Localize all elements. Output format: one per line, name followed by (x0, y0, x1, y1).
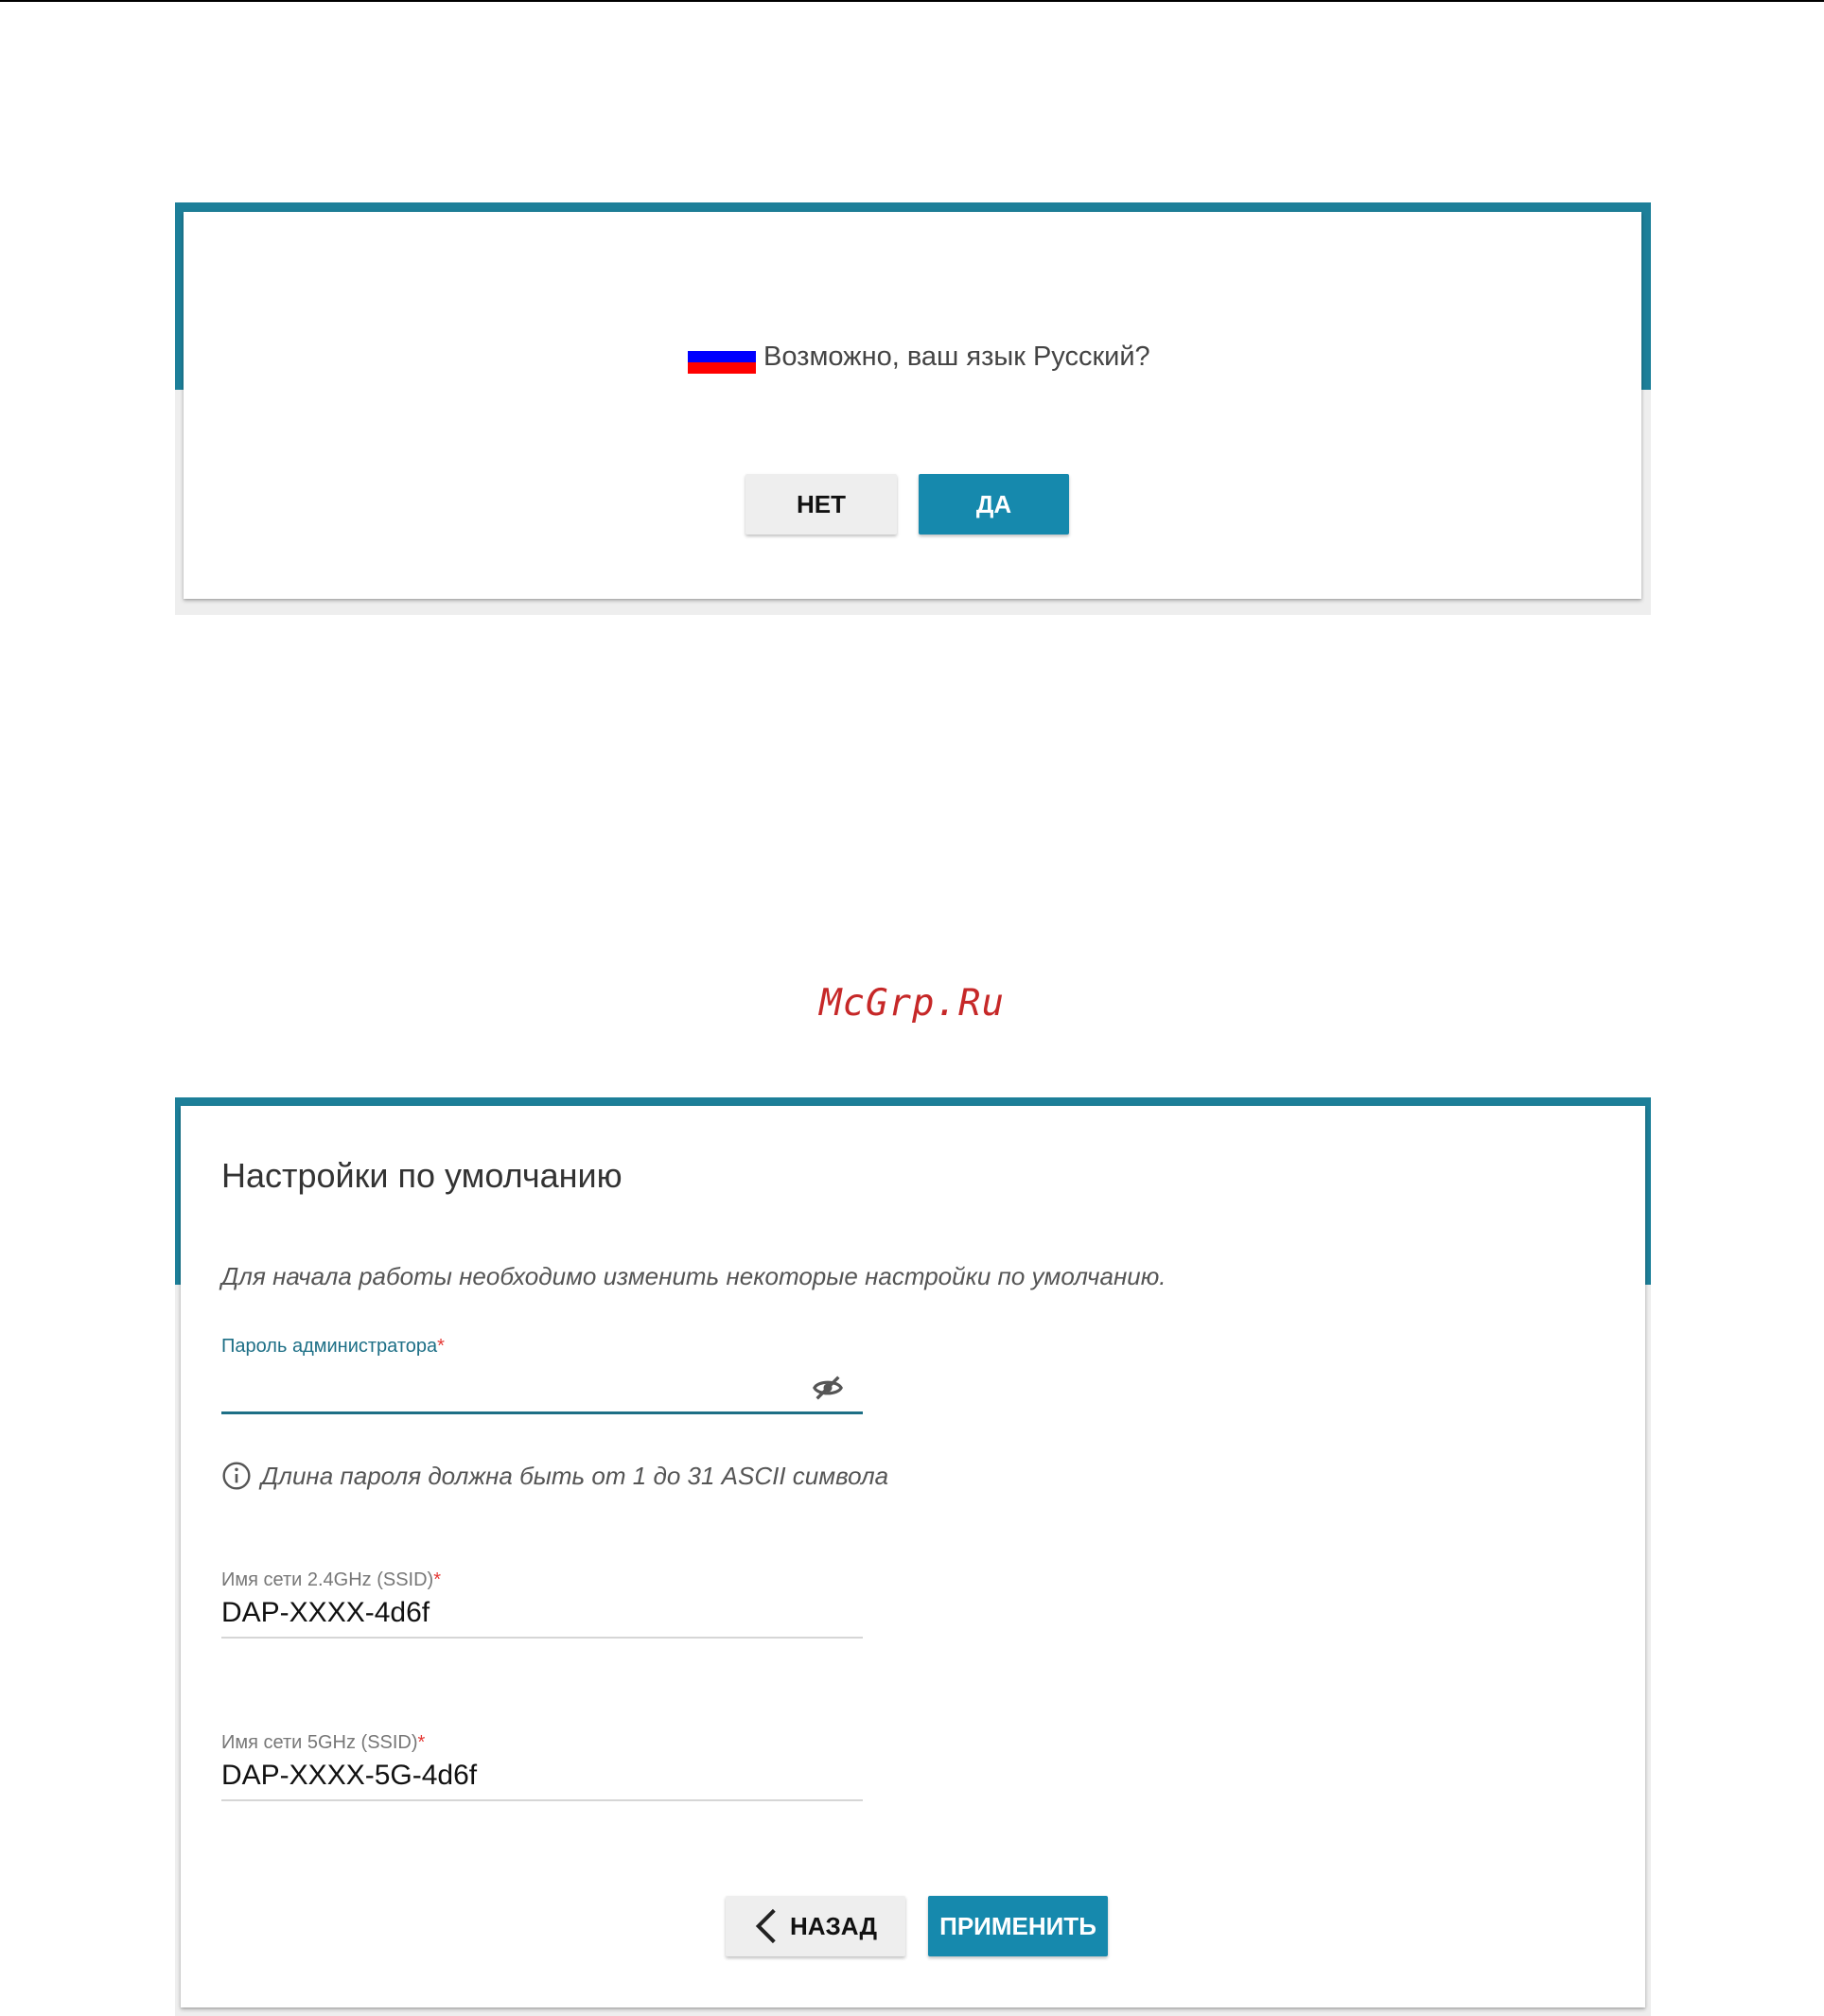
admin-password-input[interactable] (221, 1358, 863, 1414)
language-dialog: Возможно, ваш язык Русский? НЕТ ДА (184, 212, 1641, 599)
yes-button[interactable]: ДА (919, 474, 1069, 535)
language-question-row: Возможно, ваш язык Русский? (688, 338, 1150, 376)
ssid-5-field: Имя сети 5GHz (SSID)* (221, 1732, 863, 1801)
admin-password-label: Пароль администратора* (221, 1336, 445, 1357)
top-rule (0, 0, 1824, 2)
ssid-24-label: Имя сети 2.4GHz (SSID)* (221, 1569, 442, 1590)
admin-password-field: Пароль администратора* (221, 1336, 863, 1414)
required-mark: * (433, 1569, 442, 1590)
eye-off-icon[interactable] (812, 1372, 844, 1404)
info-icon (222, 1462, 251, 1490)
intro-text: Для начала работы необходимо изменить не… (221, 1262, 1166, 1290)
password-hint-text: Длина пароля должна быть от 1 до 31 ASCI… (261, 1461, 889, 1490)
ssid-24-field: Имя сети 2.4GHz (SSID)* (221, 1569, 863, 1639)
page-title: Настройки по умолчанию (221, 1156, 623, 1195)
defaults-dialog-frame: Настройки по умолчанию Для начала работы… (175, 1097, 1651, 2016)
chevron-left-icon (755, 1908, 776, 1944)
back-button-label: НАЗАД (789, 1911, 878, 1940)
language-dialog-frame: Возможно, ваш язык Русский? НЕТ ДА (175, 202, 1651, 615)
required-mark: * (417, 1732, 426, 1753)
apply-button[interactable]: ПРИМЕНИТЬ (928, 1896, 1108, 1956)
russian-flag-icon (688, 340, 756, 374)
required-mark: * (437, 1336, 445, 1357)
ssid-5-label: Имя сети 5GHz (SSID)* (221, 1732, 426, 1753)
password-hint: Длина пароля должна быть от 1 до 31 ASCI… (221, 1461, 888, 1491)
watermark: McGrp.Ru (819, 982, 1005, 1025)
defaults-dialog: Настройки по умолчанию Для начала работы… (181, 1106, 1645, 2007)
no-button[interactable]: НЕТ (745, 474, 897, 535)
back-button[interactable]: НАЗАД (726, 1896, 905, 1956)
language-question: Возможно, ваш язык Русский? (763, 341, 1150, 372)
ssid-24-input[interactable] (221, 1591, 863, 1639)
ssid-5-input[interactable] (221, 1754, 863, 1801)
